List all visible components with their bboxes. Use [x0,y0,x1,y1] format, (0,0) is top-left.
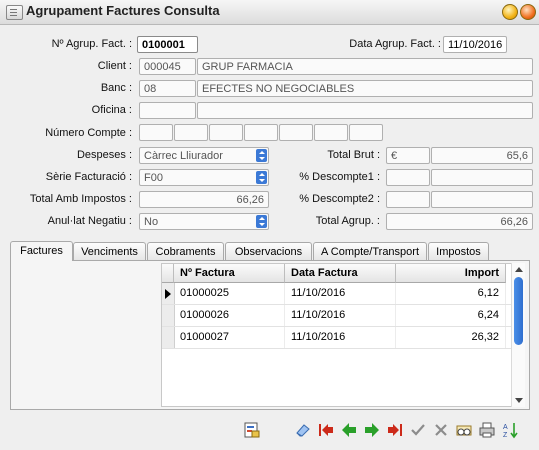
despeses-select[interactable]: Càrrec Lliurador [139,147,269,164]
column-header-import[interactable]: Import [396,264,506,283]
oficina-name-field[interactable] [197,102,533,119]
descompte1-label: % Descompte1 : [299,171,380,183]
despeses-value: Càrrec Lliurador [144,150,223,162]
minimize-button[interactable] [502,4,518,20]
eraser-icon[interactable] [294,421,312,439]
descompte2-label: % Descompte2 : [299,193,380,205]
window-app-icon [6,5,23,20]
serie-spinner-icon[interactable] [256,171,267,184]
total-brut-field[interactable]: 65,6 [431,147,533,164]
column-header-num-factura[interactable]: Nº Factura [174,264,285,283]
cell-import: 6,12 [396,283,506,304]
next-arrow-icon[interactable] [363,421,381,439]
numero-compte-label: Número Compte : [45,127,132,139]
anulat-value: No [144,216,159,228]
client-name-field[interactable]: GRUP FARMACIA [197,58,533,75]
tab-observacions[interactable]: Observacions [225,242,312,260]
prev-arrow-icon[interactable] [340,421,358,439]
total-amb-impostos-field[interactable]: 66,26 [139,191,269,208]
table-corner [162,264,174,283]
descompte1-pct-field[interactable] [386,169,430,186]
table-row[interactable]: 01000027 11/10/2016 26,32 [162,327,512,349]
svg-text:Z: Z [503,432,508,439]
oficina-code-field[interactable] [139,102,196,119]
client-code-field[interactable]: 000045 [139,58,196,75]
cell-num-factura: 01000025 [174,283,285,304]
accept-check-icon[interactable] [409,421,427,439]
compte-part-1-field[interactable] [139,124,173,141]
compte-part-5-field[interactable] [279,124,313,141]
close-button[interactable] [520,4,536,20]
compte-part-6-field[interactable] [314,124,348,141]
data-agrup-field[interactable]: 11/10/2016 [443,36,507,53]
compte-part-3-field[interactable] [209,124,243,141]
cell-num-factura: 01000026 [174,305,285,326]
compte-part-7-field[interactable] [349,124,383,141]
total-brut-currency[interactable]: € [386,147,430,164]
tab-cobraments[interactable]: Cobraments [147,242,224,260]
cell-data-factura: 11/10/2016 [285,305,396,326]
client-label: Client : [97,60,132,72]
descompte2-pct-field[interactable] [386,191,430,208]
anulat-label: Anul·lat Negatiu : [47,215,132,227]
cell-num-factura: 01000027 [174,327,285,348]
banc-label: Banc : [100,82,132,94]
first-arrow-icon[interactable] [317,421,335,439]
descompte2-amount-field[interactable] [431,191,533,208]
banc-code-field[interactable]: 08 [139,80,196,97]
data-agrup-label: Data Agrup. Fact. : [349,38,441,50]
invoices-table: Nº Factura Data Factura Import 01000025 … [161,263,513,407]
cell-data-factura: 11/10/2016 [285,283,396,304]
anulat-spinner-icon[interactable] [256,215,267,228]
total-amb-impostos-label: Total Amb Impostos : [29,193,132,205]
scroll-up-arrow-icon[interactable] [515,267,523,272]
total-agrup-label: Total Agrup. : [315,215,380,227]
last-arrow-icon[interactable] [386,421,404,439]
serie-label: Sèrie Facturació : [45,171,132,183]
serie-value: F00 [144,172,163,184]
despeses-label: Despeses : [76,149,132,161]
scroll-down-arrow-icon[interactable] [515,398,523,403]
current-row-pointer-icon [165,289,171,299]
tab-a-compte-transport[interactable]: A Compte/Transport [313,242,427,260]
report-icon[interactable] [243,421,261,439]
title-bar: Agrupament Factures Consulta [0,0,539,25]
tab-impostos[interactable]: Impostos [428,242,489,260]
num-agrup-field[interactable]: 0100001 [137,36,198,53]
window-title: Agrupament Factures Consulta [26,3,220,18]
print-icon[interactable] [478,421,496,439]
cell-import: 6,24 [396,305,506,326]
search-binoculars-icon[interactable] [455,421,473,439]
cell-data-factura: 11/10/2016 [285,327,396,348]
sort-az-icon[interactable]: AZ [501,421,519,439]
tab-venciments[interactable]: Venciments [73,242,146,260]
cancel-x-icon[interactable] [432,421,450,439]
compte-part-2-field[interactable] [174,124,208,141]
cell-import: 26,32 [396,327,506,348]
tab-factures[interactable]: Factures [10,241,73,261]
num-agrup-label: Nº Agrup. Fact. : [51,38,132,50]
table-row[interactable]: 01000025 11/10/2016 6,12 [162,283,512,305]
despeses-spinner-icon[interactable] [256,149,267,162]
svg-text:A: A [503,424,508,431]
descompte1-amount-field[interactable] [431,169,533,186]
oficina-label: Oficina : [91,104,132,116]
scroll-thumb[interactable] [514,277,523,345]
column-header-data-factura[interactable]: Data Factura [285,264,396,283]
total-brut-label: Total Brut : [327,149,380,161]
banc-name-field[interactable]: EFECTES NO NEGOCIABLES [197,80,533,97]
compte-part-4-field[interactable] [244,124,278,141]
anulat-select[interactable]: No [139,213,269,230]
table-vertical-scrollbar[interactable] [511,263,525,407]
table-row[interactable]: 01000026 11/10/2016 6,24 [162,305,512,327]
total-agrup-field[interactable]: 66,26 [386,213,533,230]
serie-select[interactable]: F00 [139,169,269,186]
